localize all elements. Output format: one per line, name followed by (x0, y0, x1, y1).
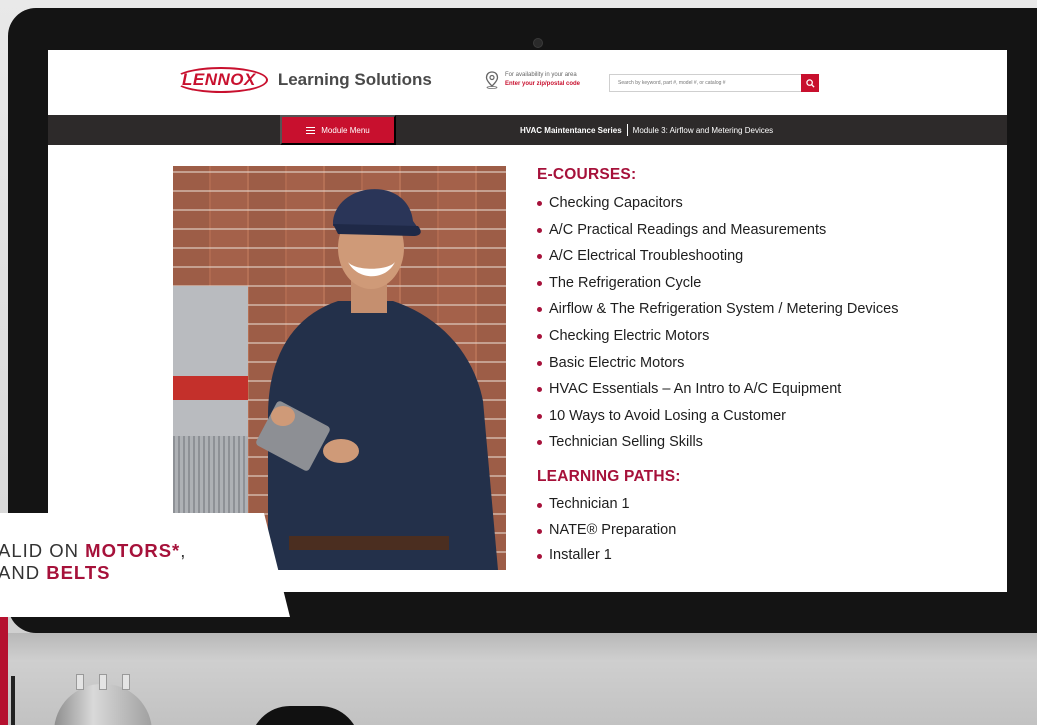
banner-line1-suffix: , (180, 540, 187, 561)
red-accent-strip (0, 612, 8, 725)
logo-text: Learning Solutions (277, 70, 432, 89)
learning-paths-heading: LEARNING PATHS: (537, 467, 681, 485)
zip-locator[interactable]: For availability in your area Enter your… (485, 71, 580, 89)
ecourses-heading: E-COURSES: (537, 166, 637, 183)
module-menu-label: Module Menu (321, 125, 370, 135)
banner-line2-prefix: AND (0, 562, 47, 583)
nav-bar: Module Menu HVAC Maintentance Series Mod… (48, 115, 1007, 145)
list-item[interactable]: A/C Electrical Troubleshooting (537, 243, 977, 270)
list-item[interactable]: Basic Electric Motors (537, 350, 977, 377)
course-content: E-COURSES: Checking Capacitors A/C Pract… (537, 166, 977, 569)
search-bar (609, 74, 819, 92)
list-item[interactable]: Airflow & The Refrigeration System / Met… (537, 296, 977, 323)
list-item[interactable]: Technician Selling Skills (537, 429, 977, 456)
list-item[interactable]: HVAC Essentials – An Intro to A/C Equipm… (537, 376, 977, 403)
promo-banner-text: ALID ON MOTORS*, AND BELTS (0, 540, 186, 584)
browser-screen: LENNOX Learning Solutions For availabili… (48, 50, 1007, 592)
lennox-logo[interactable]: LENNOX Learning Solutions (174, 67, 432, 93)
list-item[interactable]: Checking Capacitors (537, 190, 977, 217)
banner-line1-prefix: ALID ON (0, 540, 86, 561)
product-background (0, 633, 1037, 725)
search-button[interactable] (801, 74, 819, 92)
list-item[interactable]: A/C Practical Readings and Measurements (537, 217, 977, 244)
hamburger-icon (306, 126, 316, 134)
list-item[interactable]: 10 Ways to Avoid Losing a Customer (537, 403, 977, 430)
list-item[interactable]: The Refrigeration Cycle (537, 270, 977, 297)
search-input[interactable] (610, 75, 801, 91)
logo-mark: LENNOX (174, 67, 268, 93)
banner-line1-bold: MOTORS* (85, 540, 181, 561)
breadcrumb-series[interactable]: HVAC Maintentance Series (520, 126, 622, 135)
promo-banner: ALID ON MOTORS*, AND BELTS (0, 513, 290, 617)
banner-line2-bold: BELTS (46, 562, 111, 583)
search-icon (805, 78, 815, 88)
location-pin-icon (485, 71, 499, 89)
list-item[interactable]: NATE® Preparation (537, 518, 977, 544)
breadcrumb-module: Module 3: Airflow and Metering Devices (632, 125, 774, 135)
wire (11, 676, 15, 725)
technician-figure (256, 189, 498, 570)
list-item[interactable]: Installer 1 (537, 543, 977, 569)
ecourses-list: Checking Capacitors A/C Practical Readin… (537, 190, 977, 456)
list-item[interactable]: Technician 1 (537, 492, 977, 518)
zip-prompt: For availability in your area (505, 72, 577, 78)
technician-photo (173, 166, 506, 570)
site-header: LENNOX Learning Solutions For availabili… (48, 50, 1007, 115)
breadcrumb-divider (626, 124, 628, 136)
learning-paths-list: Technician 1 NATE® Preparation Installer… (537, 492, 977, 569)
module-menu-button[interactable]: Module Menu (280, 115, 396, 145)
breadcrumb: HVAC Maintentance Series Module 3: Airfl… (520, 115, 773, 145)
webcam (533, 38, 543, 48)
zip-link[interactable]: Enter your zip/postal code (505, 80, 580, 89)
list-item[interactable]: Checking Electric Motors (537, 323, 977, 350)
